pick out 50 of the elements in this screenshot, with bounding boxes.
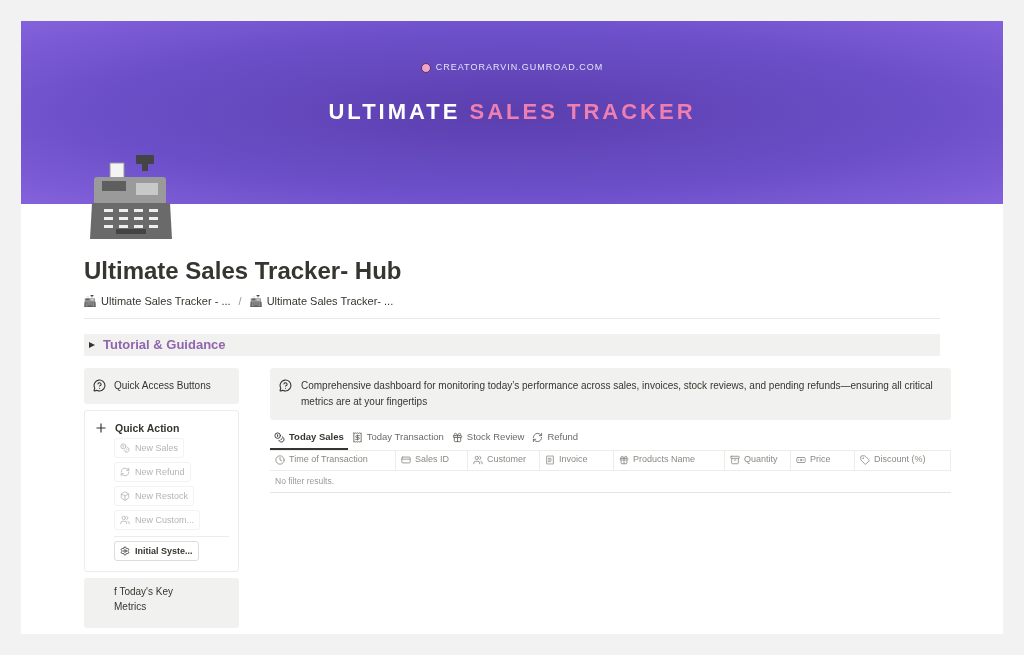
question-icon: [279, 378, 292, 392]
column-icon: [473, 455, 483, 465]
triangle-icon: [89, 341, 95, 348]
cash-register-icon: [84, 295, 96, 308]
column-icon: [275, 455, 285, 465]
column-header[interactable]: Discount (%): [855, 450, 951, 470]
column-header[interactable]: Quantity: [725, 450, 791, 470]
breadcrumb-link[interactable]: Ultimate Sales Tracker- ...: [249, 293, 394, 310]
column-icon: [545, 455, 555, 465]
breadcrumb-link[interactable]: Ultimate Sales Tracker - ...: [84, 293, 231, 310]
column-header[interactable]: Price: [791, 450, 855, 470]
breadcrumb-separator: /: [238, 294, 242, 309]
tab-icon: [351, 432, 363, 443]
section-title: Quick Action: [115, 420, 180, 436]
view-tab[interactable]: Today Transaction: [347, 427, 448, 450]
view-tab[interactable]: Today Sales: [270, 427, 348, 450]
setup-button[interactable]: Initial Syste...: [114, 541, 199, 562]
banner-title: ULTIMATE SALES TRACKER: [328, 97, 696, 126]
action-icon: [120, 491, 130, 502]
callout: f Today's Key Metrics: [84, 578, 239, 629]
action-icon: [120, 515, 130, 526]
column-header[interactable]: Products Name: [614, 450, 725, 470]
column-icon: [860, 455, 870, 465]
column-icon: [796, 455, 806, 465]
tab-icon: [532, 432, 544, 443]
gear-icon: [120, 546, 130, 557]
column-icon: [401, 455, 411, 465]
cash-register-icon: [249, 295, 262, 308]
page-title: Ultimate Sales Tracker- Hub: [84, 256, 403, 286]
action-icon: [120, 467, 130, 478]
callout-text: Comprehensive dashboard for monitoring today’s performance across sales, invoices, stock reviews, and pending refunds—ensuring all critical metrics are at your fingertips: [301, 378, 934, 409]
column-icon: [619, 455, 629, 465]
column-header[interactable]: Time of Transaction: [270, 450, 396, 470]
cash-register-icon: [90, 155, 172, 239]
action-icon: [120, 443, 130, 454]
logo-icon: [420, 62, 431, 73]
view-tab[interactable]: Refund: [528, 427, 583, 450]
column-header[interactable]: Sales ID: [396, 450, 468, 470]
column-header[interactable]: Customer: [468, 450, 540, 470]
empty-message: No filter results.: [275, 474, 335, 488]
site-url: CREATORARVIN.GUMROAD.COM: [435, 61, 604, 74]
question-icon: [93, 379, 106, 392]
view-tab[interactable]: Stock Review: [447, 427, 529, 450]
plus-icon: [94, 421, 108, 436]
callout: Quick Access Buttons: [84, 367, 239, 404]
column-header[interactable]: Invoice: [540, 450, 614, 470]
tab-icon: [274, 432, 285, 443]
toggle-heading[interactable]: Tutorial & Guidance: [84, 333, 940, 356]
column-icon: [730, 455, 740, 465]
tab-icon: [451, 432, 463, 443]
